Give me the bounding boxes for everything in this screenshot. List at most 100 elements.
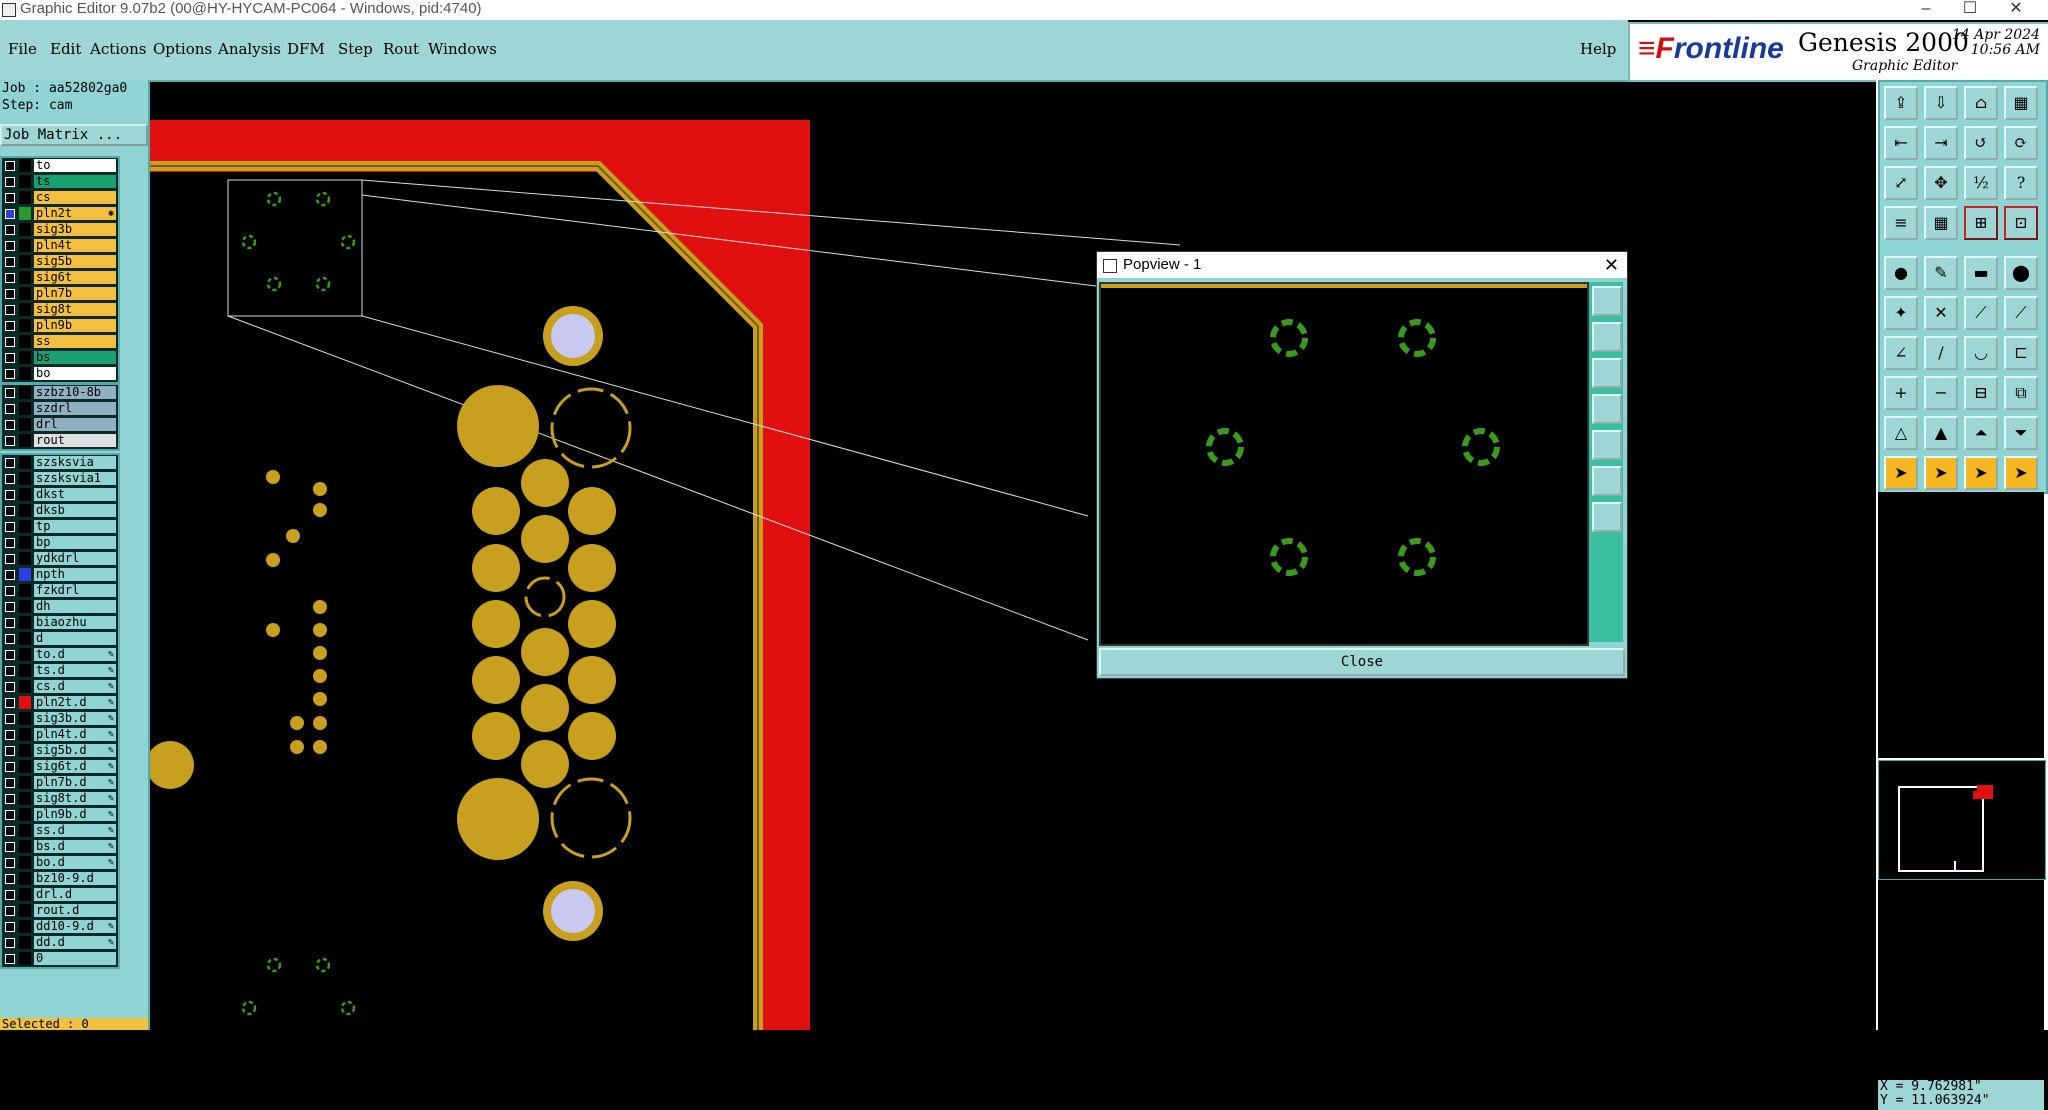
add-icon[interactable]: + — [1884, 376, 1918, 410]
popview-tool-zoom-icon[interactable] — [1592, 466, 1622, 496]
layer-color-swatch[interactable] — [19, 600, 31, 613]
layer-checkbox[interactable] — [5, 890, 15, 900]
triangle4-icon[interactable]: ⏷ — [2004, 416, 2038, 450]
layer-row[interactable]: rout — [2, 433, 118, 449]
layer-name[interactable]: d — [34, 632, 116, 645]
pad-icon[interactable]: ⬤ — [2004, 256, 2038, 290]
popview-tool-snapshot-icon[interactable] — [1592, 286, 1622, 316]
measure-icon[interactable]: ⊡ — [2004, 206, 2038, 240]
layer-row[interactable]: pln7b — [2, 286, 118, 302]
popview-tool-left-icon[interactable] — [1592, 394, 1622, 424]
cursor4-icon[interactable]: ➤ — [2004, 456, 2038, 490]
layer-name[interactable]: szbz10-8b — [34, 386, 116, 399]
draw-icon[interactable]: ✎ — [1924, 256, 1958, 290]
layer-color-swatch[interactable] — [19, 271, 31, 284]
menu-analysis[interactable]: Analysis — [218, 40, 281, 58]
layer-color-swatch[interactable] — [19, 335, 31, 348]
layer-name[interactable]: dksb — [34, 504, 116, 517]
step-down-icon[interactable]: ⇩ — [1924, 86, 1958, 120]
layer-color-swatch[interactable] — [19, 223, 31, 236]
close-window-button[interactable]: ✕ — [1994, 0, 2038, 20]
layer-name[interactable]: dd.d ✎ — [34, 936, 116, 949]
copy-icon[interactable]: ⧉ — [2004, 376, 2038, 410]
layer-name[interactable]: ss.d ✎ — [34, 824, 116, 837]
layer-checkbox[interactable] — [5, 618, 15, 628]
text-icon[interactable]: ⊏ — [2004, 336, 2038, 370]
layer-color-swatch[interactable] — [19, 920, 31, 933]
layer-name[interactable]: fzkdrl — [34, 584, 116, 597]
layer-color-swatch[interactable] — [19, 568, 31, 581]
window-icon[interactable]: ▦ — [2004, 86, 2038, 120]
snap-icon[interactable]: ⊞ — [1964, 206, 1998, 240]
layer-name[interactable]: rout.d — [34, 904, 116, 917]
layer-checkbox[interactable] — [5, 177, 15, 187]
layer-color-swatch[interactable] — [19, 552, 31, 565]
triangle-icon[interactable]: △ — [1884, 416, 1918, 450]
layer-name[interactable]: dkst — [34, 488, 116, 501]
cursor3-icon[interactable]: ➤ — [1964, 456, 1998, 490]
layer-row[interactable]: biaozhu — [2, 615, 118, 631]
layer-row[interactable]: tp — [2, 519, 118, 535]
layer-name[interactable]: pln9b.d ✎ — [34, 808, 116, 821]
layer-color-swatch[interactable] — [19, 744, 31, 757]
layer-name[interactable]: pln9b — [34, 319, 116, 332]
layer-name[interactable]: pln4t.d ✎ — [34, 728, 116, 741]
layer-color-swatch[interactable] — [19, 367, 31, 380]
layer-checkbox[interactable] — [5, 474, 15, 484]
zoom-fit-icon[interactable]: ⤢ — [1884, 166, 1918, 200]
layer-row[interactable]: dksb — [2, 503, 118, 519]
slash-icon[interactable]: / — [1924, 336, 1958, 370]
layer-color-swatch[interactable] — [19, 936, 31, 949]
layer-checkbox[interactable] — [5, 810, 15, 820]
layer-color-swatch[interactable] — [19, 520, 31, 533]
layer-row[interactable]: sig6t.d ✎ — [2, 759, 118, 775]
layer-color-swatch[interactable] — [19, 418, 31, 431]
minus-icon[interactable]: − — [1924, 376, 1958, 410]
zoom-center-icon[interactable]: ✥ — [1924, 166, 1958, 200]
layer-row[interactable]: fzkdrl — [2, 583, 118, 599]
maximize-button[interactable]: ☐ — [1948, 0, 1992, 20]
dimension-icon[interactable]: ⊟ — [1964, 376, 1998, 410]
layer-row[interactable]: dh — [2, 599, 118, 615]
layer-checkbox[interactable] — [5, 522, 15, 532]
layer-name[interactable]: pln7b — [34, 287, 116, 300]
layer-checkbox[interactable] — [5, 305, 15, 315]
layer-row[interactable]: npth — [2, 567, 118, 583]
layer-name[interactable]: bo.d ✎ — [34, 856, 116, 869]
layer-row[interactable]: szsksvia — [2, 455, 118, 471]
layer-name[interactable]: dh — [34, 600, 116, 613]
layer-row[interactable]: ss.d ✎ — [2, 823, 118, 839]
layer-row[interactable]: ts.d ✎ — [2, 663, 118, 679]
triangle3-icon[interactable]: ⏶ — [1964, 416, 1998, 450]
layer-checkbox[interactable] — [5, 906, 15, 916]
layer-color-swatch[interactable] — [19, 664, 31, 677]
layer-color-swatch[interactable] — [19, 584, 31, 597]
layer-row[interactable]: sig5b.d ✎ — [2, 743, 118, 759]
menu-file[interactable]: File — [8, 40, 37, 58]
menu-rout[interactable]: Rout — [383, 40, 419, 58]
angle-icon[interactable]: ∠ — [1884, 336, 1918, 370]
layer-row[interactable]: pln9b.d ✎ — [2, 807, 118, 823]
layer-row[interactable]: sig3b — [2, 222, 118, 238]
layer-color-swatch[interactable] — [19, 386, 31, 399]
layer-checkbox[interactable] — [5, 353, 15, 363]
menu-windows[interactable]: Windows — [428, 40, 497, 58]
layer-color-swatch[interactable] — [19, 287, 31, 300]
layer-row[interactable]: ss — [2, 334, 118, 350]
popview-tool-fit-icon[interactable] — [1592, 502, 1622, 532]
layer-checkbox[interactable] — [5, 554, 15, 564]
layer-row[interactable]: bo.d ✎ — [2, 855, 118, 871]
minimize-button[interactable]: – — [1904, 0, 1948, 20]
layer-checkbox[interactable] — [5, 794, 15, 804]
layer-color-swatch[interactable] — [19, 616, 31, 629]
zoom-prev-icon[interactable]: ↺ — [1964, 126, 1998, 160]
layer-checkbox[interactable] — [5, 842, 15, 852]
layer-checkbox[interactable] — [5, 698, 15, 708]
layer-name[interactable]: sig6t — [34, 271, 116, 284]
layer-color-swatch[interactable] — [19, 712, 31, 725]
layer-name[interactable]: rout — [34, 434, 116, 447]
layer-checkbox[interactable] — [5, 778, 15, 788]
help-icon[interactable]: ? — [2004, 166, 2038, 200]
layer-checkbox[interactable] — [5, 369, 15, 379]
layer-color-swatch[interactable] — [19, 728, 31, 741]
